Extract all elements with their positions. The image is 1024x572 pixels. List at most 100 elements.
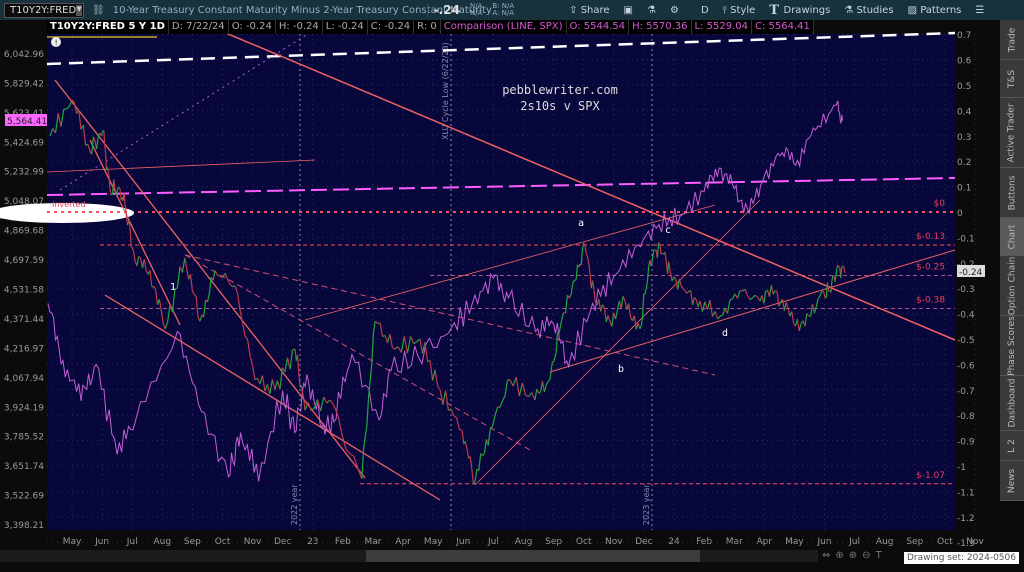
wave-label-b: b	[618, 364, 624, 375]
info-open: O: -0.24	[229, 20, 276, 34]
info-low: L: -0.24	[323, 20, 368, 34]
price-level-label: $0	[934, 199, 946, 209]
side-tab-l-2[interactable]: L 2	[1000, 431, 1024, 461]
left-axis-tick: 6,042.96	[4, 50, 44, 60]
right-axis-tick: 0	[957, 209, 963, 219]
t10y2y-segment	[122, 192, 125, 201]
wave-label-one: 1	[170, 282, 176, 293]
pan-icon[interactable]: ⇔	[822, 550, 830, 561]
x-tick-label: Jul	[848, 537, 860, 547]
x-tick-label: May	[424, 537, 443, 547]
right-axis-tick: 0.4	[957, 107, 972, 117]
right-axis-tick: -1.2	[957, 514, 975, 524]
t10y2y-segment	[572, 280, 576, 282]
right-axis-tick: 0.5	[957, 82, 971, 92]
horizontal-scrollbar[interactable]	[0, 550, 818, 562]
right-axis-tick: -0.9	[957, 438, 975, 448]
right-axis-tick: 0.1	[957, 184, 971, 194]
price-level-label: $-0.25	[916, 263, 945, 273]
right-axis-tick: -0.1	[957, 234, 975, 244]
side-tab-label: T&S	[1006, 69, 1017, 88]
vertical-marker-label: 2023 year	[642, 484, 651, 525]
t10y2y-segment	[837, 265, 840, 268]
left-axis-tick: 4,697.59	[4, 256, 44, 266]
t10y2y-segment	[107, 171, 110, 177]
side-tab-label: News	[1007, 468, 1018, 493]
price-level-label: $-1.07	[916, 471, 945, 481]
t10y2y-segment	[822, 290, 825, 293]
t10y2y-segment	[110, 193, 113, 196]
scrollbar-thumb[interactable]	[366, 550, 700, 562]
info-date: D: 7/22/24	[169, 20, 229, 34]
wave-label-a: a	[578, 218, 584, 229]
side-tab-phase-scores[interactable]: Phase Scores	[1000, 316, 1024, 376]
info-comparison: Comparison (LINE, SPX)	[441, 20, 567, 34]
left-axis-tick: 5,232.99	[4, 168, 44, 178]
t10y2y-segment	[130, 246, 133, 249]
spx-current-label: 5,564.41	[7, 117, 47, 127]
right-axis-tick: 0.7	[957, 31, 971, 41]
right-axis-tick: -1.1	[957, 488, 975, 498]
wave-label-d: d	[722, 328, 728, 339]
side-tab-buttons[interactable]: Buttons	[1000, 168, 1024, 218]
zoom-in-icon[interactable]: ⊕	[849, 550, 857, 561]
chart-subtitle: 2s10s v SPX	[520, 99, 600, 113]
side-tab-label: Phase Scores	[1007, 315, 1018, 376]
right-axis-tick: 0.3	[957, 133, 971, 143]
x-tick-label: Sep	[906, 537, 923, 547]
info-close: C: -0.24	[368, 20, 415, 34]
right-axis-tick: 0.2	[957, 158, 971, 168]
right-axis-tick: -0.6	[957, 361, 975, 371]
left-axis-tick: 3,522.69	[4, 492, 44, 502]
side-tab-option-chain[interactable]: Option Chain	[1000, 256, 1024, 316]
x-tick-label: Oct	[576, 537, 592, 547]
right-axis-tick: -0.5	[957, 336, 975, 346]
side-tab-trade[interactable]: Trade	[1000, 20, 1024, 60]
zoom-tools: ⇔ ⊕ ⊕ ⊖ T	[822, 550, 882, 561]
right-axis-tick: -0.7	[957, 387, 975, 397]
info-symbol: T10Y2Y:FRED 5 Y 1D	[47, 20, 169, 34]
t10y2y-current-label: -0.24	[959, 268, 983, 278]
right-axis-tick: -1	[957, 463, 966, 473]
t10y2y-segment	[119, 189, 122, 197]
x-tick-label: Oct	[937, 537, 953, 547]
right-axis-tick: -0.8	[957, 412, 975, 422]
crosshair-icon[interactable]: ⊕	[835, 550, 843, 561]
t10y2y-segment	[121, 196, 124, 201]
drawing-set-selector[interactable]: Drawing set: 2024-0506	[904, 552, 1019, 564]
x-tick-label: 24	[668, 537, 680, 547]
side-tab-dashboard[interactable]: Dashboard	[1000, 376, 1024, 431]
t10y2y-segment	[719, 314, 723, 317]
side-tab-t-s[interactable]: T&S	[1000, 60, 1024, 98]
t10y2y-segment	[843, 267, 846, 274]
x-tick-label: Jun	[816, 537, 831, 547]
x-tick-label: Jun	[94, 537, 109, 547]
side-tab-label: Active Trader	[1007, 102, 1018, 163]
x-tick-label: Mar	[726, 537, 743, 547]
side-tabs: Trade T&S Active Trader Buttons Chart Option …	[1000, 20, 1024, 501]
info-c-high: H: 5570.36	[629, 20, 692, 34]
alert-icon-glyph: !	[55, 39, 58, 48]
t10y2y-segment	[729, 298, 733, 301]
info-r: R: 0	[414, 20, 441, 34]
left-axis-tick: 5,424.69	[4, 138, 44, 148]
price-level-label: $-0.13	[916, 232, 945, 242]
left-axis-tick: 4,216.97	[4, 344, 44, 354]
zoom-out-icon[interactable]: ⊖	[862, 550, 870, 561]
side-tab-label: Chart	[1007, 224, 1018, 249]
wave-label-c: c	[665, 225, 671, 236]
right-axis-tick: -1.3	[957, 539, 975, 549]
side-tab-label: Option Chain	[1007, 256, 1018, 315]
price-chart[interactable]: May Jun Jul Aug Sep Oct Nov Dec 23 Feb Mar Apr May Ju…	[0, 0, 1024, 572]
chart-title: pebblewriter.com	[502, 83, 618, 97]
side-tab-news[interactable]: News	[1000, 461, 1024, 501]
text-icon[interactable]: T	[876, 550, 882, 561]
side-tab-active-trader[interactable]: Active Trader	[1000, 98, 1024, 168]
vertical-marker-label: 2022 year	[290, 484, 299, 525]
info-c-low: L: 5529.04	[692, 20, 753, 34]
t10y2y-segment	[123, 192, 125, 195]
left-axis-tick: 3,398.21	[4, 521, 44, 531]
x-tick-label: Feb	[696, 537, 712, 547]
left-axis-tick: 5,829.42	[4, 79, 44, 89]
side-tab-chart[interactable]: Chart	[1000, 218, 1024, 256]
